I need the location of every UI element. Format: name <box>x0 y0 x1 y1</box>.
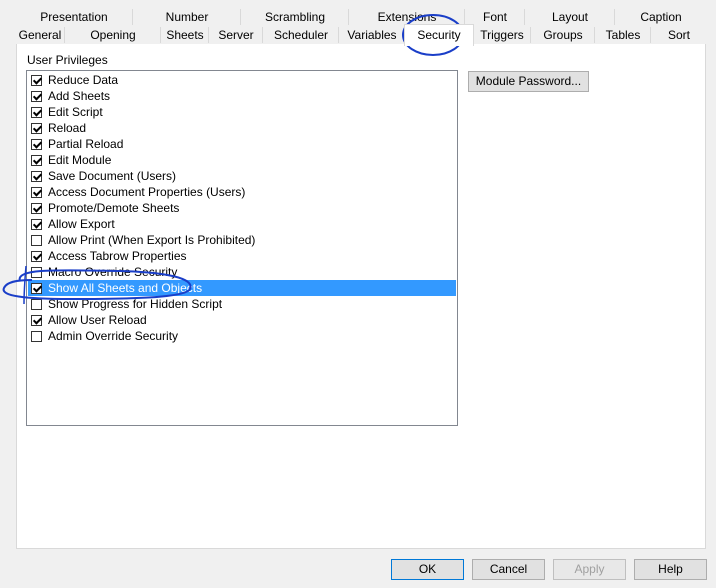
privilege-checkbox[interactable] <box>31 250 42 262</box>
privilege-edit-script[interactable]: Edit Script <box>28 104 456 120</box>
privilege-allow-export[interactable]: Allow Export <box>28 216 456 232</box>
privilege-admin-override-security[interactable]: Admin Override Security <box>28 328 456 344</box>
user-privileges-list[interactable]: Reduce Data Add Sheets Edit Script Reloa… <box>26 70 458 426</box>
privilege-checkbox[interactable] <box>31 138 42 150</box>
privilege-label: Promote/Demote Sheets <box>48 201 180 215</box>
privilege-allow-user-reload[interactable]: Allow User Reload <box>28 312 456 328</box>
privilege-checkbox[interactable] <box>31 218 42 230</box>
privilege-label: Edit Module <box>48 153 112 167</box>
help-button[interactable]: Help <box>634 559 707 580</box>
privilege-checkbox[interactable] <box>31 266 42 278</box>
privilege-show-all-sheets-and-objects[interactable]: Show All Sheets and Objects <box>28 280 456 296</box>
privilege-label: Macro Override Security <box>48 265 178 279</box>
privilege-checkbox[interactable] <box>31 202 42 214</box>
privilege-checkbox[interactable] <box>31 186 42 198</box>
privilege-checkbox[interactable] <box>31 122 42 134</box>
privilege-checkbox[interactable] <box>31 282 42 294</box>
privilege-checkbox[interactable] <box>31 314 42 326</box>
privilege-edit-module[interactable]: Edit Module <box>28 152 456 168</box>
privilege-allow-print[interactable]: Allow Print (When Export Is Prohibited) <box>28 232 456 248</box>
privilege-checkbox[interactable] <box>31 330 42 342</box>
tab-presentation[interactable]: Presentation <box>16 9 132 25</box>
tab-variables[interactable]: Variables <box>338 27 405 43</box>
tab-caption[interactable]: Caption <box>614 9 707 25</box>
privilege-label: Admin Override Security <box>48 329 179 343</box>
tab-general[interactable]: General <box>16 27 64 43</box>
privilege-promote-demote-sheets[interactable]: Promote/Demote Sheets <box>28 200 456 216</box>
privilege-macro-override-security[interactable]: Macro Override Security <box>28 264 456 280</box>
privilege-label: Edit Script <box>48 105 103 119</box>
privilege-access-document-properties[interactable]: Access Document Properties (Users) <box>28 184 456 200</box>
tab-opening[interactable]: Opening <box>64 27 161 43</box>
privilege-label: Add Sheets <box>48 89 111 103</box>
tab-security[interactable]: Security <box>404 24 474 46</box>
tab-server[interactable]: Server <box>208 27 263 43</box>
privilege-reduce-data[interactable]: Reduce Data <box>28 72 456 88</box>
privilege-label: Access Document Properties (Users) <box>48 185 246 199</box>
tab-sheets[interactable]: Sheets <box>160 27 209 43</box>
tab-layout[interactable]: Layout <box>524 9 615 25</box>
privilege-label: Show Progress for Hidden Script <box>48 297 223 311</box>
privilege-label: Allow User Reload <box>48 313 147 327</box>
tab-groups[interactable]: Groups <box>530 27 595 43</box>
privilege-access-tabrow-properties[interactable]: Access Tabrow Properties <box>28 248 456 264</box>
privilege-checkbox[interactable] <box>31 154 42 166</box>
privilege-save-document[interactable]: Save Document (Users) <box>28 168 456 184</box>
privilege-checkbox[interactable] <box>31 74 42 86</box>
module-password-button[interactable]: Module Password... <box>468 71 589 92</box>
privilege-checkbox[interactable] <box>31 90 42 102</box>
privilege-label: Show All Sheets and Objects <box>48 281 203 295</box>
privilege-label: Reduce Data <box>48 73 119 87</box>
tab-scrambling[interactable]: Scrambling <box>240 9 349 25</box>
user-privileges-title: User Privileges <box>27 53 108 67</box>
cancel-button[interactable]: Cancel <box>472 559 545 580</box>
tab-tables[interactable]: Tables <box>594 27 651 43</box>
privilege-label: Reload <box>48 121 87 135</box>
privilege-checkbox[interactable] <box>31 170 42 182</box>
privilege-label: Access Tabrow Properties <box>48 249 187 263</box>
privilege-checkbox[interactable] <box>31 234 42 246</box>
privilege-label: Partial Reload <box>48 137 124 151</box>
privilege-label: Allow Print (When Export Is Prohibited) <box>48 233 256 247</box>
privilege-label: Save Document (Users) <box>48 169 177 183</box>
privilege-partial-reload[interactable]: Partial Reload <box>28 136 456 152</box>
privilege-checkbox[interactable] <box>31 106 42 118</box>
apply-button[interactable]: Apply <box>553 559 626 580</box>
tab-row-top: Presentation Number Scrambling Extension… <box>16 9 706 26</box>
tab-row-bottom: General Opening Sheets Server Scheduler … <box>16 24 707 46</box>
tab-number[interactable]: Number <box>132 9 241 25</box>
privilege-show-progress-hidden-script[interactable]: Show Progress for Hidden Script <box>28 296 456 312</box>
tab-extensions[interactable]: Extensions <box>348 9 465 25</box>
tab-sort[interactable]: Sort <box>650 27 707 43</box>
privilege-checkbox[interactable] <box>31 298 42 310</box>
privilege-reload[interactable]: Reload <box>28 120 456 136</box>
privilege-add-sheets[interactable]: Add Sheets <box>28 88 456 104</box>
tab-triggers[interactable]: Triggers <box>472 27 531 43</box>
tab-scheduler[interactable]: Scheduler <box>262 27 339 43</box>
privilege-label: Allow Export <box>48 217 115 231</box>
ok-button[interactable]: OK <box>391 559 464 580</box>
tab-font[interactable]: Font <box>464 9 525 25</box>
